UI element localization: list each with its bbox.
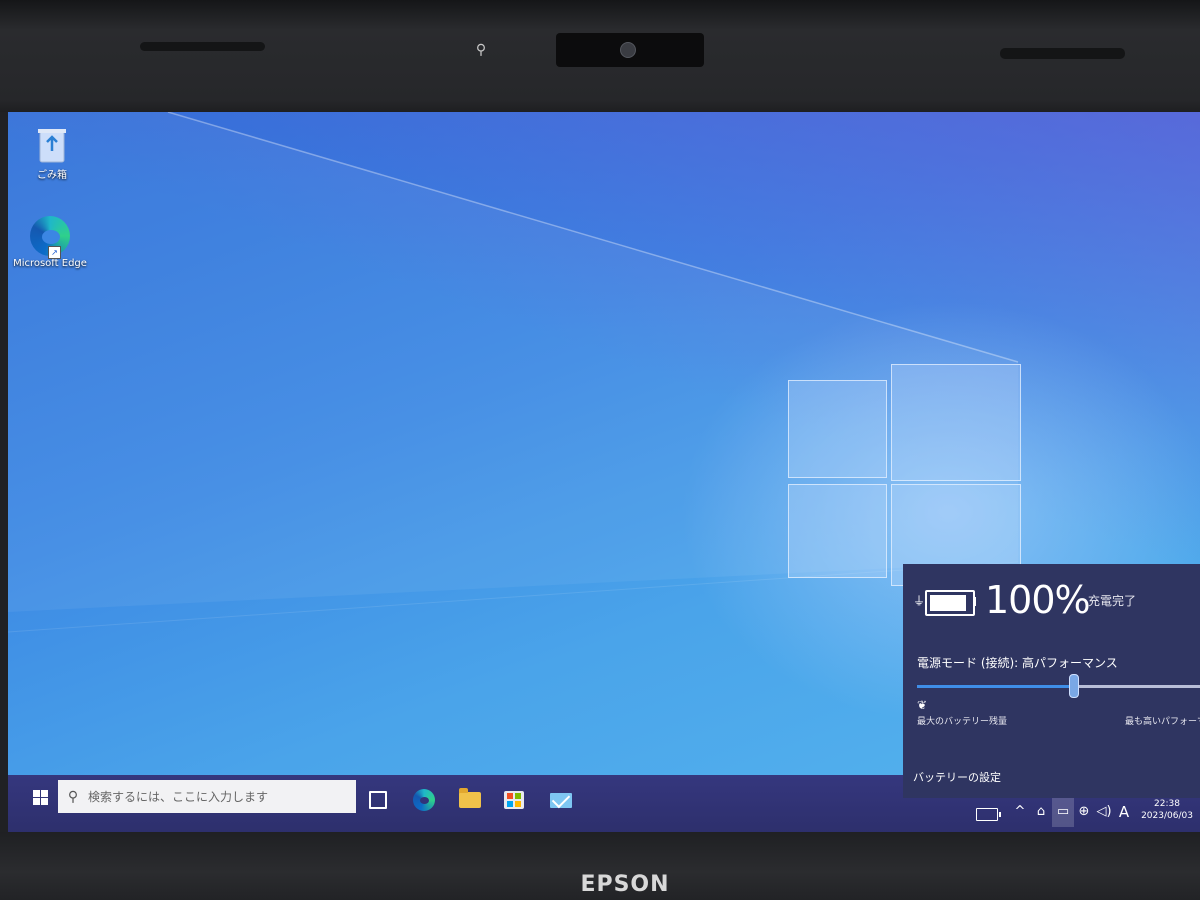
webcam-lens-icon <box>620 42 636 58</box>
tray-show-hidden-chevron[interactable]: ^ <box>1012 802 1028 822</box>
wallpaper-logo-pane-tr <box>891 364 1021 481</box>
battery-saver-leaf-icon: ❦ <box>917 698 928 712</box>
battery-cap <box>973 597 976 606</box>
taskbar-file-explorer-button[interactable] <box>456 788 484 812</box>
taskbar-mail-button[interactable] <box>547 788 575 812</box>
desktop-icon-recycle-bin[interactable]: ごみ箱 <box>12 126 92 181</box>
clock-date: 2023/06/03 <box>1141 811 1193 821</box>
windows-logo-icon <box>32 789 48 805</box>
clock-time: 22:38 <box>1154 799 1180 809</box>
wallpaper-logo-pane-bl <box>788 484 887 578</box>
search-icon: ⚲ <box>67 788 79 805</box>
store-icon <box>504 791 524 809</box>
tray-ime-language[interactable]: A <box>1116 802 1132 822</box>
tray-touch-keyboard-icon[interactable] <box>976 808 1001 821</box>
wallpaper-logo-pane-tl <box>788 380 887 478</box>
taskbar-store-button[interactable] <box>500 788 528 812</box>
taskbar-search-box[interactable]: ⚲ 検索するには、ここに入力します <box>58 780 356 813</box>
search-placeholder: 検索するには、ここに入力します <box>88 790 269 804</box>
mail-icon <box>550 792 572 808</box>
slider-max-label: 最も高いパフォーマンス <box>1125 717 1200 727</box>
desktop-screen: ごみ箱 ↗ Microsoft Edge ⚲ 検索するには、ここに入力します ^… <box>8 112 1200 834</box>
microphone-icon: ⚲ <box>475 42 487 58</box>
battery-settings-link[interactable]: バッテリーの設定 <box>913 769 1001 785</box>
plug-icon: ⏚ <box>913 594 926 608</box>
battery-percent: 100% <box>985 578 1091 622</box>
brand-logo: EPSON <box>580 872 670 897</box>
battery-status: 充電完了 <box>1088 594 1137 608</box>
tray-volume-icon[interactable]: ◁) <box>1094 802 1114 822</box>
shortcut-arrow-icon: ↗ <box>48 246 61 259</box>
task-view-button[interactable] <box>364 788 392 812</box>
edge-icon: ↗ <box>30 216 70 259</box>
slider-min-label: 最大のバッテリー残量 <box>917 717 1008 727</box>
power-mode-slider-fill <box>917 685 1073 688</box>
edge-icon <box>413 789 435 811</box>
speaker-grille-left <box>140 42 265 51</box>
laptop-bezel-left <box>0 112 8 842</box>
battery-large-icon <box>925 590 975 616</box>
tray-network-icon[interactable]: ⊕ <box>1074 802 1094 822</box>
tray-clock[interactable]: 22:38 2023/06/03 <box>1134 798 1200 822</box>
start-button[interactable] <box>20 780 60 814</box>
battery-fill <box>930 595 966 611</box>
file-explorer-icon <box>459 788 481 808</box>
power-mode-label: 電源モード (接続): 高パフォーマンス <box>917 656 1118 670</box>
tray-battery-icon: ▭ <box>1056 804 1070 819</box>
power-mode-slider-thumb[interactable] <box>1069 674 1079 698</box>
battery-flyout: ⏚ 100% 充電完了 電源モード (接続): 高パフォーマンス ❦ 最大のバッ… <box>903 564 1200 798</box>
task-view-icon <box>369 791 387 809</box>
taskbar-edge-button[interactable] <box>410 788 438 812</box>
speaker-grille-right <box>1000 48 1125 59</box>
tray-meet-icon[interactable]: ⌂ <box>1032 802 1050 822</box>
desktop-icon-label: Microsoft Edge <box>13 258 87 269</box>
recycle-bin-icon <box>37 126 67 164</box>
desktop-icon-edge[interactable]: ↗ Microsoft Edge <box>10 216 90 269</box>
desktop-icon-label: ごみ箱 <box>37 170 67 181</box>
